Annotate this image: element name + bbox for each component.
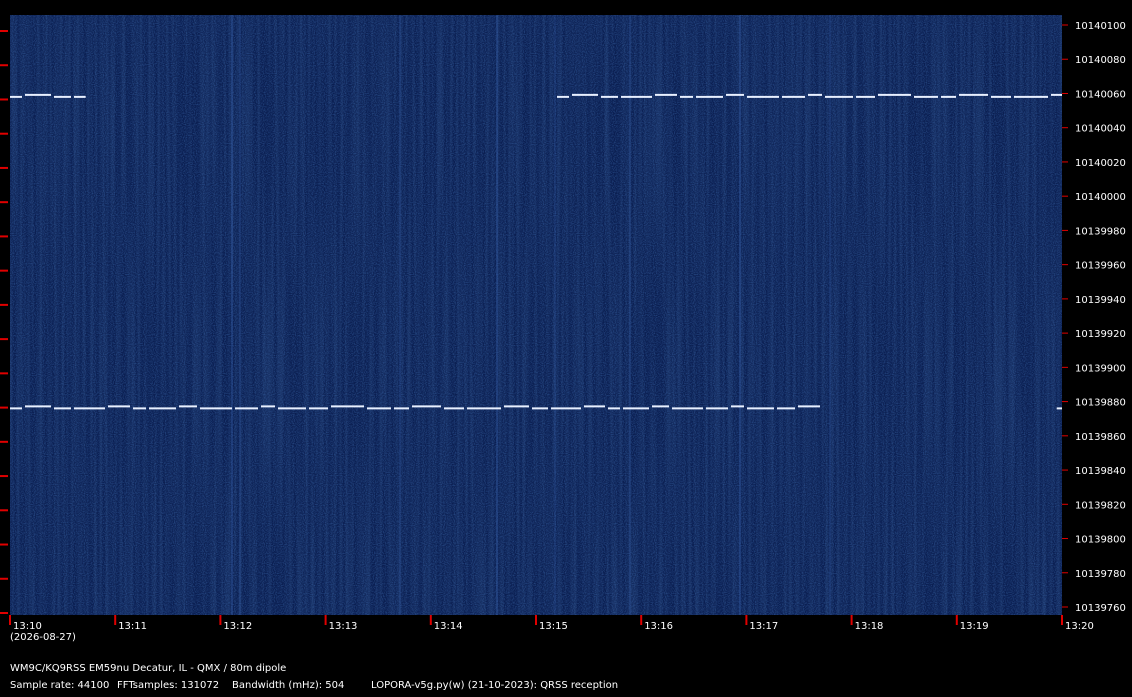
software-info: LOPORA-v5g.py(w) (21-10-2023): QRSS rece…	[371, 680, 619, 691]
x-tick-label: 13:10	[13, 621, 42, 632]
x-tick-label: 13:15	[539, 621, 568, 632]
y-tick-label: 10139940	[1075, 295, 1126, 306]
bandwidth: Bandwidth (mHz): 504	[232, 680, 345, 691]
y-tick-label: 10139860	[1075, 432, 1126, 443]
y-tick-label: 10140040	[1075, 124, 1126, 135]
waterfall-chart: 10140100 10140080 10140060 10140040 10140020…	[0, 15, 1126, 632]
date-label: (2026-08-27)	[10, 632, 76, 643]
y-tick-label: 10140000	[1075, 192, 1126, 203]
y-tick-label: 10139920	[1075, 329, 1126, 340]
x-tick-label: 13:12	[223, 621, 252, 632]
sample-rate: Sample rate: 44100	[10, 680, 110, 691]
x-tick-label: 13:20	[1065, 621, 1094, 632]
y-tick-label: 10140080	[1075, 55, 1126, 66]
y-tick-label: 10139880	[1075, 398, 1126, 409]
y-tick-label: 10140060	[1075, 89, 1126, 100]
x-tick-label: 13:16	[644, 621, 673, 632]
x-tick-label: 13:13	[329, 621, 358, 632]
y-tick-label: 10140020	[1075, 158, 1126, 169]
y-tick-label: 10139840	[1075, 466, 1126, 477]
y-tick-label: 10139780	[1075, 569, 1126, 580]
waterfall-speckle	[10, 15, 1062, 615]
station-info: WM9C/KQ9RSS EM59nu Decatur, IL - QMX / 8…	[10, 663, 287, 674]
y-tick-label: 10140100	[1075, 21, 1126, 32]
fft-samples: FFTsamples: 131072	[117, 680, 220, 691]
x-tick-label: 13:18	[855, 621, 884, 632]
x-tick-label: 13:19	[960, 621, 989, 632]
y-tick-label: 10139960	[1075, 261, 1126, 272]
x-tick-label: 13:17	[749, 621, 778, 632]
y-tick-label: 10139900	[1075, 363, 1126, 374]
y-tick-label: 10139760	[1075, 603, 1126, 614]
y-tick-label: 10139820	[1075, 500, 1126, 511]
x-axis: 13:10 13:11 13:12 13:13 13:14 13:15 13:16 13:17…	[9, 615, 1094, 632]
x-tick-label: 13:14	[434, 621, 463, 632]
y-tick-label: 10139980	[1075, 226, 1126, 237]
y-tick-label: 10139800	[1075, 535, 1126, 546]
x-tick-label: 13:11	[118, 621, 147, 632]
